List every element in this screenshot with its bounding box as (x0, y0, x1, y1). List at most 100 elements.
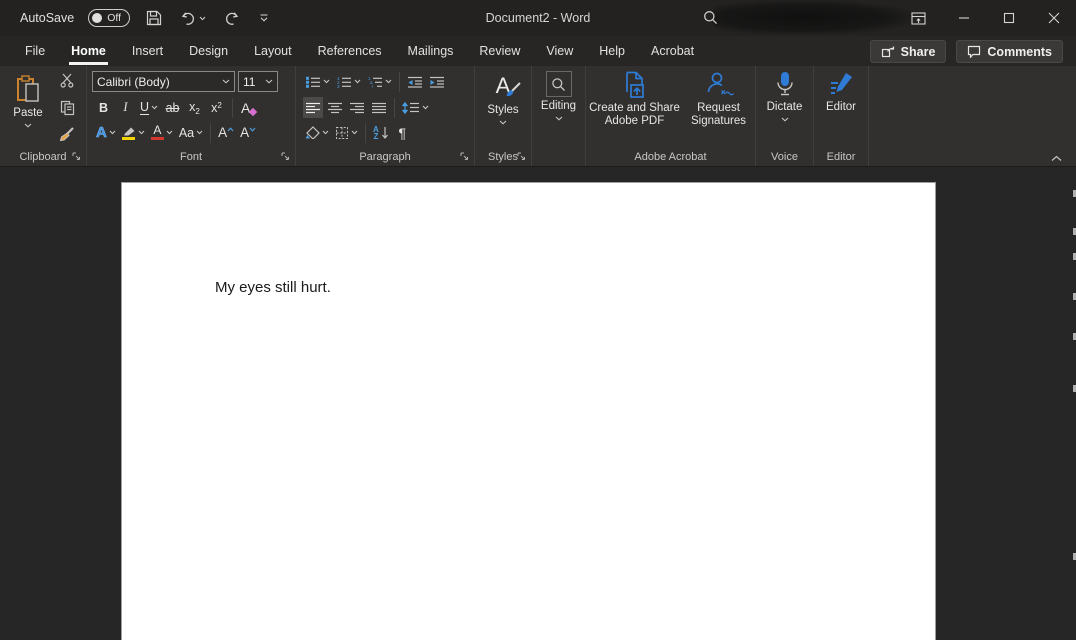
comments-button[interactable]: Comments (956, 40, 1063, 63)
customize-quick-access-button[interactable] (256, 12, 272, 25)
quick-access-toolbar: AutoSave Off (0, 8, 272, 28)
divider (394, 97, 395, 118)
font-size-select[interactable]: 11 (238, 71, 278, 92)
editor-group: Editor Editor (814, 66, 869, 166)
tab-layout[interactable]: Layout (241, 36, 305, 66)
shading-icon (305, 126, 320, 139)
dictate-chevron-icon (781, 117, 788, 122)
undo-button[interactable] (178, 9, 208, 28)
sort-button[interactable]: A Z (371, 122, 391, 143)
decrease-indent-icon (408, 76, 422, 88)
customize-toolbar-icon (260, 13, 268, 22)
styles-label: Styles (487, 104, 519, 116)
styles-dialog-launcher[interactable] (516, 151, 527, 162)
tab-view[interactable]: View (533, 36, 586, 66)
undo-dropdown-chevron-icon[interactable] (199, 16, 206, 21)
clipboard-small-buttons (52, 70, 82, 145)
superscript-mark: 2 (217, 100, 222, 110)
highlight-color-button[interactable] (120, 122, 147, 143)
line-spacing-button[interactable] (400, 97, 431, 118)
superscript-button[interactable]: x2 (207, 97, 226, 118)
autosave-state-label: Off (107, 12, 122, 24)
align-left-button[interactable] (303, 97, 323, 118)
align-center-icon (328, 102, 342, 113)
minimize-icon (958, 17, 969, 19)
cut-button[interactable] (58, 70, 77, 91)
tab-home[interactable]: Home (58, 36, 119, 66)
italic-button[interactable]: I (116, 97, 135, 118)
tab-acrobat[interactable]: Acrobat (638, 36, 707, 66)
numbering-button[interactable]: 123 (334, 71, 363, 92)
show-hide-pilcrow-button[interactable]: ¶ (393, 122, 412, 143)
dialog-launcher-icon (281, 152, 289, 160)
format-painter-button[interactable] (57, 124, 77, 145)
request-signatures-button[interactable]: Request Signatures (683, 66, 755, 166)
adobe-acrobat-group: Create and Share Adobe PDF Request Signa… (586, 66, 756, 166)
maximize-button[interactable] (986, 0, 1031, 36)
save-button[interactable] (144, 8, 164, 28)
collapse-ribbon-button[interactable] (1051, 155, 1062, 162)
minimize-button[interactable] (941, 0, 986, 36)
underline-glyph: U (140, 99, 150, 115)
tab-design[interactable]: Design (176, 36, 241, 66)
paragraph-group: 123 1ai A Z ¶ Paragraph (296, 66, 475, 166)
font-size-value: 11 (243, 74, 256, 89)
ribbon-display-options-button[interactable] (896, 0, 941, 36)
dictate-icon (776, 72, 793, 96)
multilevel-list-button[interactable]: 1ai (365, 71, 394, 92)
decrease-indent-button[interactable] (405, 71, 425, 92)
tab-help[interactable]: Help (586, 36, 638, 66)
close-button[interactable] (1031, 0, 1076, 36)
copy-button[interactable] (58, 97, 77, 118)
borders-button[interactable] (333, 122, 360, 143)
tab-references[interactable]: References (305, 36, 395, 66)
document-page[interactable]: My eyes still hurt. (121, 182, 936, 640)
svg-text:i: i (372, 84, 373, 88)
bullets-button[interactable] (303, 71, 332, 92)
clipboard-dialog-launcher[interactable] (71, 151, 82, 162)
divider (232, 97, 234, 118)
tab-review[interactable]: Review (466, 36, 533, 66)
dictate-button[interactable]: Dictate (756, 66, 813, 166)
editing-button[interactable]: Editing (532, 66, 585, 166)
subscript-button[interactable]: x2 (185, 97, 204, 118)
document-canvas[interactable]: My eyes still hurt. (0, 168, 1076, 640)
borders-icon (336, 126, 348, 139)
shrink-font-button[interactable]: A (238, 122, 258, 143)
clear-formatting-button[interactable]: A (239, 97, 258, 118)
strikethrough-button[interactable]: ab (163, 97, 182, 118)
grow-font-button[interactable]: A (216, 122, 236, 143)
multilevel-list-icon: 1ai (368, 76, 382, 88)
paste-icon (16, 75, 39, 102)
tab-file[interactable]: File (12, 36, 58, 66)
document-text[interactable]: My eyes still hurt. (215, 279, 331, 296)
justify-button[interactable] (369, 97, 389, 118)
underline-button[interactable]: U (138, 97, 160, 118)
search-button[interactable] (703, 10, 718, 25)
font-color-button[interactable]: A (149, 122, 175, 143)
align-center-button[interactable] (325, 97, 345, 118)
increase-indent-button[interactable] (427, 71, 447, 92)
align-right-button[interactable] (347, 97, 367, 118)
bold-button[interactable]: B (94, 97, 113, 118)
align-left-icon (306, 102, 320, 113)
paragraph-dialog-launcher[interactable] (459, 151, 470, 162)
collapse-ribbon-icon (1051, 155, 1062, 161)
share-button[interactable]: Share (869, 40, 947, 63)
create-share-pdf-button[interactable]: Create and Share Adobe PDF (587, 66, 683, 166)
editor-button[interactable]: Editor (814, 66, 868, 166)
font-dialog-launcher[interactable] (280, 151, 291, 162)
change-case-button[interactable]: Aa (177, 122, 205, 143)
tab-insert[interactable]: Insert (119, 36, 176, 66)
dictate-label: Dictate (766, 101, 803, 113)
redo-button[interactable] (222, 9, 242, 28)
tab-mailings[interactable]: Mailings (395, 36, 467, 66)
shrink-caret-icon (249, 127, 256, 132)
shading-button[interactable] (303, 122, 331, 143)
paste-button[interactable]: Paste (6, 70, 50, 144)
text-effects-button[interactable]: A (94, 122, 118, 143)
autosave-toggle[interactable]: Off (88, 9, 131, 27)
eraser-icon (249, 107, 258, 116)
font-family-select[interactable]: Calibri (Body) (92, 71, 235, 92)
autosave-label: AutoSave (20, 11, 75, 25)
